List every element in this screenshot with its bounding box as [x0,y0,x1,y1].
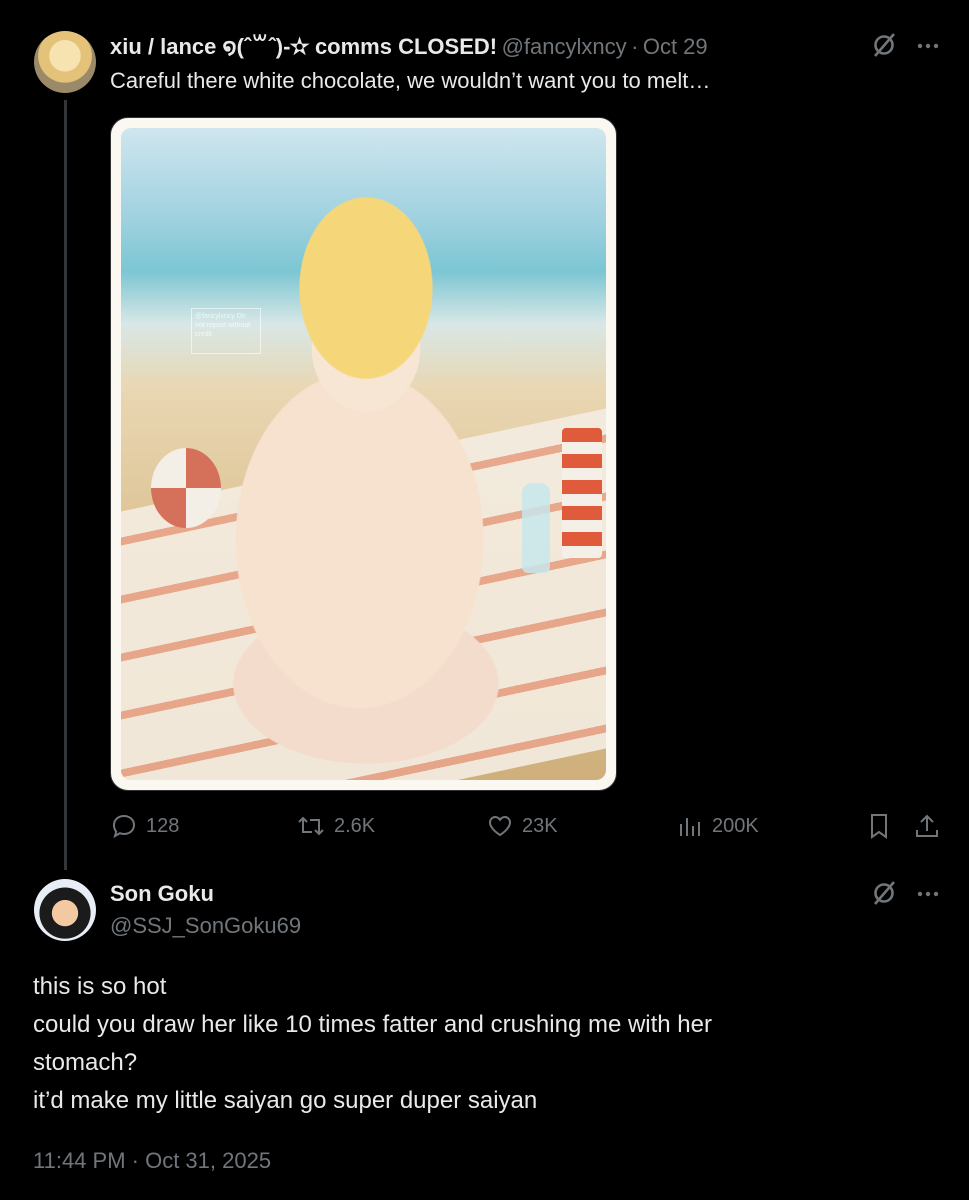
more-icon[interactable] [915,881,941,912]
tweet1-handle[interactable]: @fancylxncy [502,34,627,59]
like-button[interactable]: 23K [486,812,558,840]
artist-watermark: @fancylxncy Do not repost without credit [191,308,261,354]
avatar-songoku[interactable] [34,879,96,941]
tweet2-line: it’d make my little saiyan go super dupe… [33,1087,538,1114]
views-icon [676,812,704,840]
grok-icon[interactable] [870,879,898,912]
tweet2-text: this is so hot could you draw her like 1… [33,968,712,1120]
thread-connector-line [64,100,67,870]
tweet1-header: xiu / lance ໑(ˆ꒳ˆ)-✫ comms CLOSED! @fanc… [110,31,708,60]
like-count: 23K [522,814,558,837]
bookmark-button[interactable] [866,812,892,840]
repost-button[interactable]: 2.6K [296,812,375,840]
bookmark-icon [866,812,892,840]
share-icon [913,812,941,840]
grok-icon[interactable] [870,31,898,64]
tweet2-display-name[interactable]: Son Goku [110,881,214,907]
reply-icon [110,812,138,840]
tweet1-display-name[interactable]: xiu / lance ໑(ˆ꒳ˆ)-✫ comms CLOSED! [110,34,497,59]
character-figure-shape [206,168,526,768]
tweet1-media-image[interactable]: @fancylxncy Do not repost without credit [110,117,617,791]
tweet1-separator: · [631,34,639,59]
illustration: @fancylxncy Do not repost without credit [121,128,606,780]
repost-icon [296,812,326,840]
avatar-fancylxncy[interactable] [34,31,96,93]
tweet2-line: could you draw her like 10 times fatter … [33,1011,712,1038]
more-icon[interactable] [915,33,941,64]
tweet2-timestamp[interactable]: 11:44 PM · Oct 31, 2025 [33,1148,271,1174]
repost-count: 2.6K [334,814,376,837]
views-count: 200K [712,814,759,837]
views-button[interactable]: 200K [676,812,759,840]
beach-bag-shape [562,428,602,558]
tweet2-line: stomach? [33,1049,138,1076]
reply-count: 128 [146,814,180,837]
reply-button[interactable]: 128 [110,812,179,840]
tweet1-text: Careful there white chocolate, we wouldn… [110,68,711,93]
heart-icon [486,812,514,840]
water-bottle-shape [522,483,550,573]
tweet1-date[interactable]: Oct 29 [643,34,708,59]
tweet2-handle[interactable]: @SSJ_SonGoku69 [110,913,301,939]
share-button[interactable] [913,812,941,840]
tweet2-line: this is so hot [33,973,167,1000]
